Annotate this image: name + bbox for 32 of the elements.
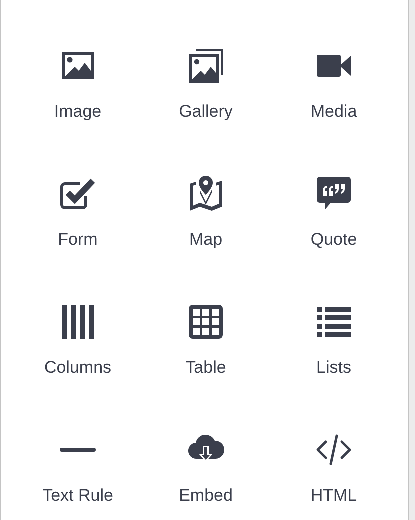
block-label: Text Rule <box>42 486 114 506</box>
code-icon <box>316 432 352 468</box>
block-label: Columns <box>44 358 112 378</box>
block-tile[interactable]: Embed <box>142 418 270 506</box>
block-label: Lists <box>316 358 352 378</box>
columns-icon <box>60 304 96 340</box>
block-label: Quote <box>310 230 358 250</box>
gallery-icon <box>188 48 224 84</box>
block-tile[interactable]: Gallery <box>142 34 270 162</box>
block-tile[interactable]: HTML <box>270 418 398 506</box>
map-pin-icon <box>188 176 224 212</box>
block-tile[interactable]: Form <box>14 162 142 290</box>
block-label: Gallery <box>179 102 233 122</box>
block-tile[interactable]: Columns <box>14 290 142 418</box>
block-tile[interactable]: Table <box>142 290 270 418</box>
block-label: Image <box>54 102 102 122</box>
quote-bubble-icon <box>316 176 352 212</box>
block-tile[interactable]: Media <box>270 34 398 162</box>
block-label: Form <box>58 230 98 250</box>
checkbox-icon <box>60 176 96 212</box>
block-tile[interactable]: Map <box>142 162 270 290</box>
grid-table-icon <box>188 304 224 340</box>
block-label: Table <box>186 358 226 378</box>
block-tile[interactable]: Quote <box>270 162 398 290</box>
block-label: HTML <box>310 486 358 506</box>
block-tile[interactable]: Image <box>14 34 142 162</box>
block-tile[interactable]: Lists <box>270 290 398 418</box>
block-label: Media <box>310 102 358 122</box>
block-label: Embed <box>179 486 233 506</box>
block-tile[interactable]: Text Rule <box>14 418 142 506</box>
list-icon <box>316 304 352 340</box>
block-label: Map <box>189 230 223 250</box>
